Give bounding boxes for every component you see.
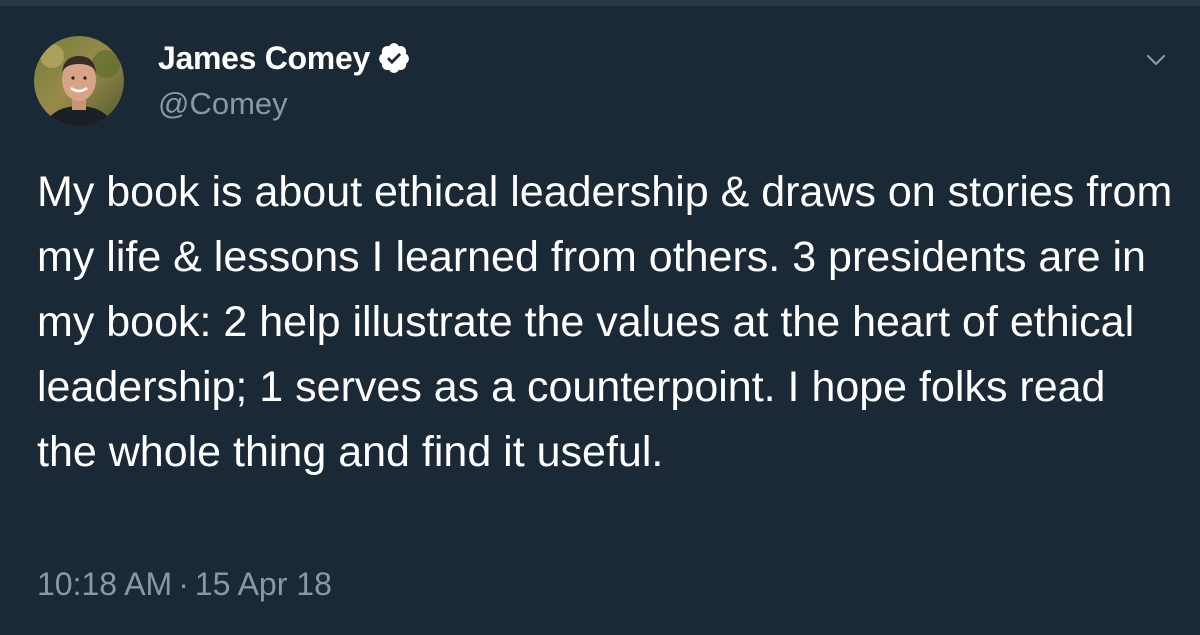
meta-separator: ·: [178, 566, 189, 602]
top-divider: [0, 0, 1200, 6]
tweet-time: 10:18 AM: [37, 566, 173, 602]
profile-photo-icon: [34, 36, 124, 126]
verified-badge-icon: [377, 41, 411, 75]
author-display-name[interactable]: James Comey: [158, 40, 370, 77]
author-name-row: James Comey: [158, 36, 411, 80]
chevron-down-icon[interactable]: [1144, 50, 1168, 70]
tweet-date: 15 Apr 18: [194, 566, 332, 602]
tweet-timestamp[interactable]: 10:18 AM · 15 Apr 18: [37, 566, 332, 603]
avatar[interactable]: [34, 36, 124, 126]
author-handle[interactable]: @Comey: [158, 86, 288, 122]
tweet-text: My book is about ethical leadership & dr…: [37, 168, 1173, 476]
